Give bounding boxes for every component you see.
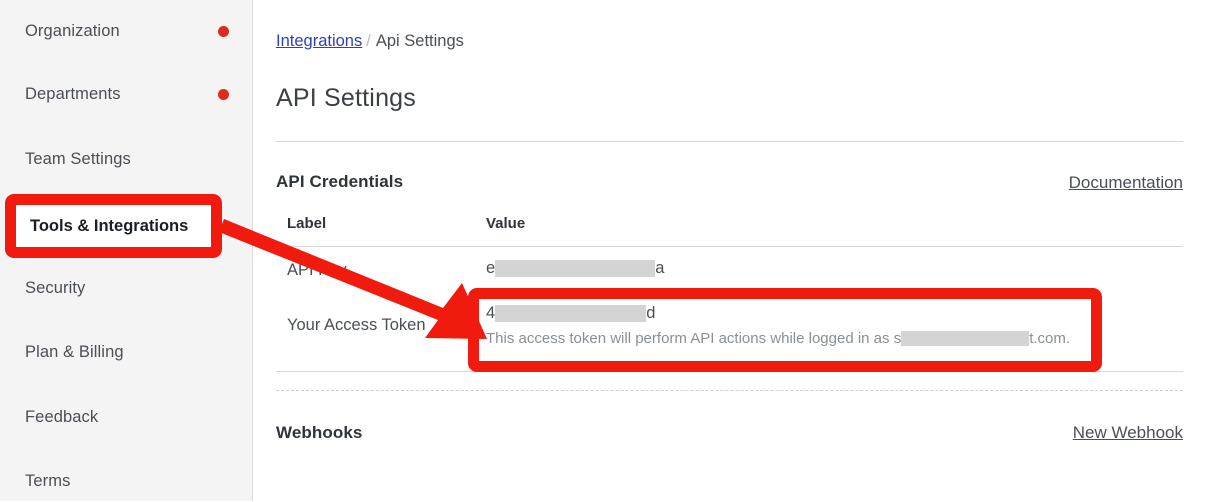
notification-dot-icon xyxy=(218,25,229,37)
access-token-suffix: d xyxy=(646,304,656,322)
section-title-webhooks: Webhooks xyxy=(276,423,363,442)
breadcrumb: Integrations / Api Settings xyxy=(276,32,464,51)
sidebar-item-plan-billing[interactable]: Plan & Billing xyxy=(0,331,253,373)
divider-dashed xyxy=(276,390,1183,391)
sidebar-item-label: Feedback xyxy=(25,407,99,426)
annotation-highlight-sidebar[interactable]: Tools & Integrations xyxy=(5,194,222,258)
new-webhook-link[interactable]: New Webhook xyxy=(1073,423,1183,443)
redaction-bar xyxy=(495,305,647,322)
breadcrumb-current: Api Settings xyxy=(375,32,464,50)
main-content: Integrations / Api Settings API Settings A… xyxy=(254,0,1209,501)
sidebar-item-organization[interactable]: Organization xyxy=(0,10,253,52)
column-header-value: Value xyxy=(486,215,526,232)
divider xyxy=(276,246,1183,247)
sidebar-item-team-settings[interactable]: Team Settings xyxy=(0,138,253,180)
row-label-api-key: API Key xyxy=(287,261,347,279)
sidebar-item-departments[interactable]: Departments xyxy=(0,73,253,115)
sidebar-item-label: Departments xyxy=(25,84,121,103)
help-text-prefix: This access token will perform API actio… xyxy=(486,330,902,347)
sidebar-item-label: Organization xyxy=(25,21,120,40)
sidebar-item-tools-integrations[interactable]: Tools & Integrations xyxy=(16,205,211,247)
divider xyxy=(276,141,1183,142)
access-token-prefix: 4 xyxy=(486,304,496,322)
page-title: API Settings xyxy=(276,84,416,112)
sidebar-item-terms[interactable]: Terms xyxy=(0,460,253,502)
api-key-prefix: e xyxy=(486,259,496,277)
sidebar-item-label: Plan & Billing xyxy=(25,342,124,361)
sidebar-item-label: Team Settings xyxy=(25,149,131,168)
sidebar-item-feedback[interactable]: Feedback xyxy=(0,396,253,438)
breadcrumb-separator: / xyxy=(366,32,371,50)
api-key-suffix: a xyxy=(655,259,665,277)
sidebar-item-label: Terms xyxy=(25,471,71,490)
help-text-suffix: t.com. xyxy=(1029,330,1071,347)
divider xyxy=(276,371,1183,372)
notification-dot-icon xyxy=(218,88,229,100)
redaction-bar xyxy=(901,331,1030,346)
redaction-bar xyxy=(495,260,656,277)
row-value-api-key[interactable]: ea xyxy=(486,259,664,278)
section-title-api-credentials: API Credentials xyxy=(276,172,404,191)
row-value-access-token[interactable]: 4d xyxy=(486,304,655,323)
column-header-label: Label xyxy=(287,215,327,232)
sidebar-item-label: Security xyxy=(25,278,86,297)
row-label-access-token: Your Access Token xyxy=(287,316,426,334)
access-token-help-text: This access token will perform API actio… xyxy=(486,330,1070,347)
breadcrumb-link-integrations[interactable]: Integrations xyxy=(276,32,362,50)
documentation-link[interactable]: Documentation xyxy=(1069,173,1183,193)
sidebar-item-security[interactable]: Security xyxy=(0,267,253,309)
